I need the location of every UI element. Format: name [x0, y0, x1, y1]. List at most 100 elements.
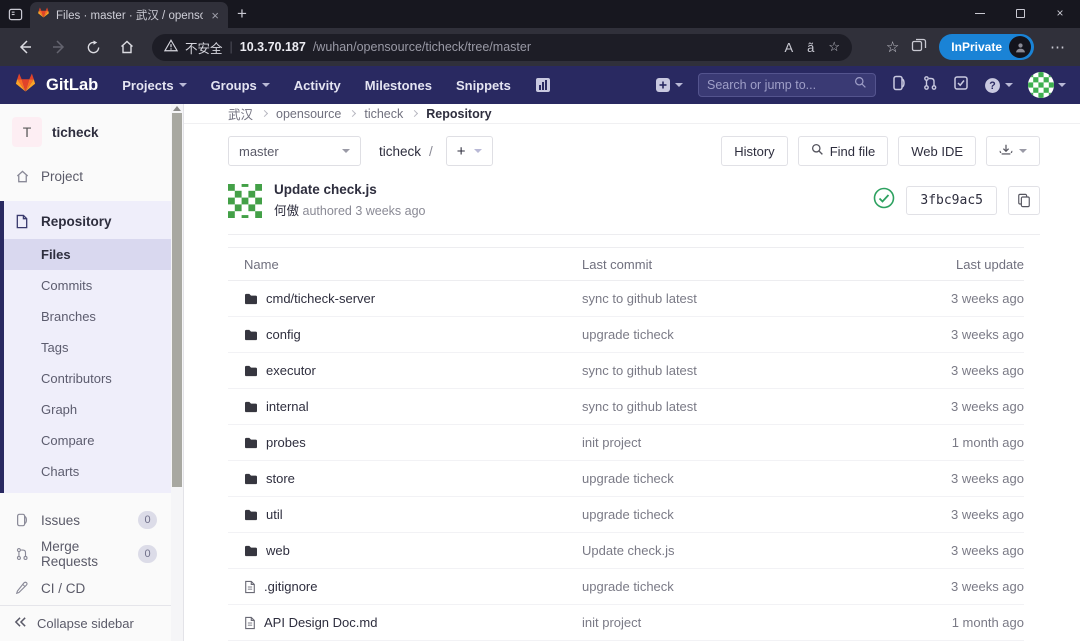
- sidebar-subitem-graph[interactable]: Graph: [4, 394, 171, 425]
- sidebar-subitem-contributors[interactable]: Contributors: [4, 363, 171, 394]
- commit-message-link[interactable]: upgrade ticheck: [582, 507, 674, 522]
- translate-icon[interactable]: ã: [807, 40, 814, 55]
- commit-message-link[interactable]: upgrade ticheck: [582, 327, 674, 342]
- browser-menu-icon[interactable]: ⋯: [1046, 38, 1070, 56]
- commit-author-link[interactable]: 何傲: [274, 204, 299, 218]
- back-button[interactable]: [10, 32, 40, 62]
- sidebar-scrollbar[interactable]: [171, 104, 183, 641]
- help-menu-button[interactable]: ?: [984, 77, 1013, 94]
- sidebar-subitem-branches[interactable]: Branches: [4, 301, 171, 332]
- file-name-link[interactable]: internal: [266, 399, 309, 414]
- table-row[interactable]: util upgrade ticheck 3 weeks ago: [228, 497, 1024, 533]
- tab-actions-icon[interactable]: [0, 0, 30, 28]
- file-name-link[interactable]: executor: [266, 363, 316, 378]
- sidebar-item-issues[interactable]: Issues 0: [0, 503, 171, 537]
- download-dropdown-button[interactable]: [986, 136, 1040, 166]
- home-button[interactable]: [112, 32, 142, 62]
- sidebar-item-project[interactable]: Project: [0, 159, 171, 193]
- branch-selector[interactable]: master: [228, 136, 361, 166]
- inprivate-badge[interactable]: InPrivate: [939, 34, 1034, 60]
- file-name-link[interactable]: util: [266, 507, 283, 522]
- commit-message-link[interactable]: sync to github latest: [582, 291, 697, 306]
- last-update-text: 3 weeks ago: [874, 363, 1024, 378]
- sidebar-subitem-tags[interactable]: Tags: [4, 332, 171, 363]
- file-name-link[interactable]: API Design Doc.md: [264, 615, 377, 630]
- user-menu-button[interactable]: [1028, 72, 1066, 98]
- commit-message-link[interactable]: upgrade ticheck: [582, 471, 674, 486]
- tab-groups-icon[interactable]: [911, 37, 927, 58]
- history-button[interactable]: History: [721, 136, 787, 166]
- commit-message-link[interactable]: init project: [582, 615, 641, 630]
- sidebar-item-repository[interactable]: Repository: [4, 203, 171, 239]
- collapse-sidebar-button[interactable]: Collapse sidebar: [0, 605, 171, 641]
- project-header[interactable]: T ticheck: [0, 104, 171, 159]
- commit-title-link[interactable]: Update check.js: [274, 182, 426, 197]
- charts-nav-icon[interactable]: [535, 77, 551, 93]
- commit-message-link[interactable]: init project: [582, 435, 641, 450]
- refresh-button[interactable]: [78, 32, 108, 62]
- sidebar-subitem-charts[interactable]: Charts: [4, 456, 171, 487]
- table-row[interactable]: config upgrade ticheck 3 weeks ago: [228, 317, 1024, 353]
- nav-activity[interactable]: Activity: [294, 78, 341, 93]
- scrollbar-thumb[interactable]: [172, 113, 182, 487]
- minimize-button[interactable]: [960, 0, 1000, 26]
- add-file-dropdown[interactable]: +: [446, 136, 493, 166]
- gitlab-brand[interactable]: GitLab: [14, 71, 98, 99]
- close-window-button[interactable]: ×: [1040, 0, 1080, 26]
- maximize-button[interactable]: [1000, 0, 1040, 26]
- file-name-link[interactable]: config: [266, 327, 301, 342]
- table-row[interactable]: probes init project 1 month ago: [228, 425, 1024, 461]
- commit-message-link[interactable]: Update check.js: [582, 543, 675, 558]
- global-search[interactable]: [698, 73, 876, 97]
- sidebar-subitem-commits[interactable]: Commits: [4, 270, 171, 301]
- issues-nav-icon[interactable]: [891, 75, 907, 96]
- new-menu-button[interactable]: [655, 77, 683, 93]
- file-name-link[interactable]: web: [266, 543, 290, 558]
- table-row[interactable]: API Design Doc.md init project 1 month a…: [228, 605, 1024, 641]
- commit-message-link[interactable]: upgrade ticheck: [582, 579, 674, 594]
- table-row[interactable]: internal sync to github latest 3 weeks a…: [228, 389, 1024, 425]
- commit-sha[interactable]: 3fbc9ac5: [906, 186, 997, 215]
- nav-groups[interactable]: Groups: [211, 78, 270, 93]
- sidebar-subitem-compare[interactable]: Compare: [4, 425, 171, 456]
- todos-nav-icon[interactable]: [953, 75, 969, 96]
- forward-button[interactable]: [44, 32, 74, 62]
- sidebar-item-merge-requests[interactable]: Merge Requests 0: [0, 537, 171, 571]
- table-row[interactable]: cmd/ticheck-server sync to github latest…: [228, 281, 1024, 317]
- read-aloud-icon[interactable]: A: [784, 40, 793, 55]
- favorites-bar-star-icon[interactable]: ☆: [886, 38, 899, 56]
- file-name-link[interactable]: .gitignore: [264, 579, 317, 594]
- table-row[interactable]: store upgrade ticheck 3 weeks ago: [228, 461, 1024, 497]
- sidebar-subitem-files[interactable]: Files: [4, 239, 171, 270]
- new-tab-button[interactable]: +: [228, 0, 256, 28]
- search-input[interactable]: [707, 78, 854, 92]
- merge-requests-nav-icon[interactable]: [922, 75, 938, 96]
- copy-sha-button[interactable]: [1008, 186, 1040, 215]
- gitlab-nav-links: Projects Groups Activity Milestones Snip…: [122, 77, 551, 93]
- table-row[interactable]: web Update check.js 3 weeks ago: [228, 533, 1024, 569]
- commit-message-link[interactable]: sync to github latest: [582, 363, 697, 378]
- commit-message-link[interactable]: sync to github latest: [582, 399, 697, 414]
- table-row[interactable]: .gitignore upgrade ticheck 3 weeks ago: [228, 569, 1024, 605]
- address-bar[interactable]: 不安全 | 10.3.70.187/wuhan/opensource/tiche…: [152, 34, 852, 61]
- breadcrumb-subgroup[interactable]: opensource: [276, 107, 341, 121]
- breadcrumb-project[interactable]: ticheck: [364, 107, 403, 121]
- path-project-link[interactable]: ticheck: [379, 144, 421, 159]
- browser-tab[interactable]: Files · master · 武汉 / opensourc ×: [30, 2, 228, 28]
- sidebar-item-ci-cd[interactable]: CI / CD: [0, 571, 171, 605]
- nav-milestones[interactable]: Milestones: [365, 78, 432, 93]
- table-row[interactable]: executor sync to github latest 3 weeks a…: [228, 353, 1024, 389]
- scrollbar-up-arrow[interactable]: [173, 106, 181, 111]
- breadcrumb-group[interactable]: 武汉: [228, 104, 253, 123]
- nav-projects[interactable]: Projects: [122, 78, 186, 93]
- nav-snippets[interactable]: Snippets: [456, 78, 511, 93]
- file-name-link[interactable]: probes: [266, 435, 306, 450]
- file-name-link[interactable]: store: [266, 471, 295, 486]
- add-favorite-star-icon[interactable]: ☆: [828, 39, 840, 55]
- file-name-link[interactable]: cmd/ticheck-server: [266, 291, 375, 306]
- web-ide-button[interactable]: Web IDE: [898, 136, 976, 166]
- find-file-button[interactable]: Find file: [798, 136, 889, 166]
- security-label[interactable]: 不安全: [185, 38, 223, 57]
- pipeline-status-icon[interactable]: [873, 187, 895, 214]
- tab-close-icon[interactable]: ×: [209, 9, 221, 22]
